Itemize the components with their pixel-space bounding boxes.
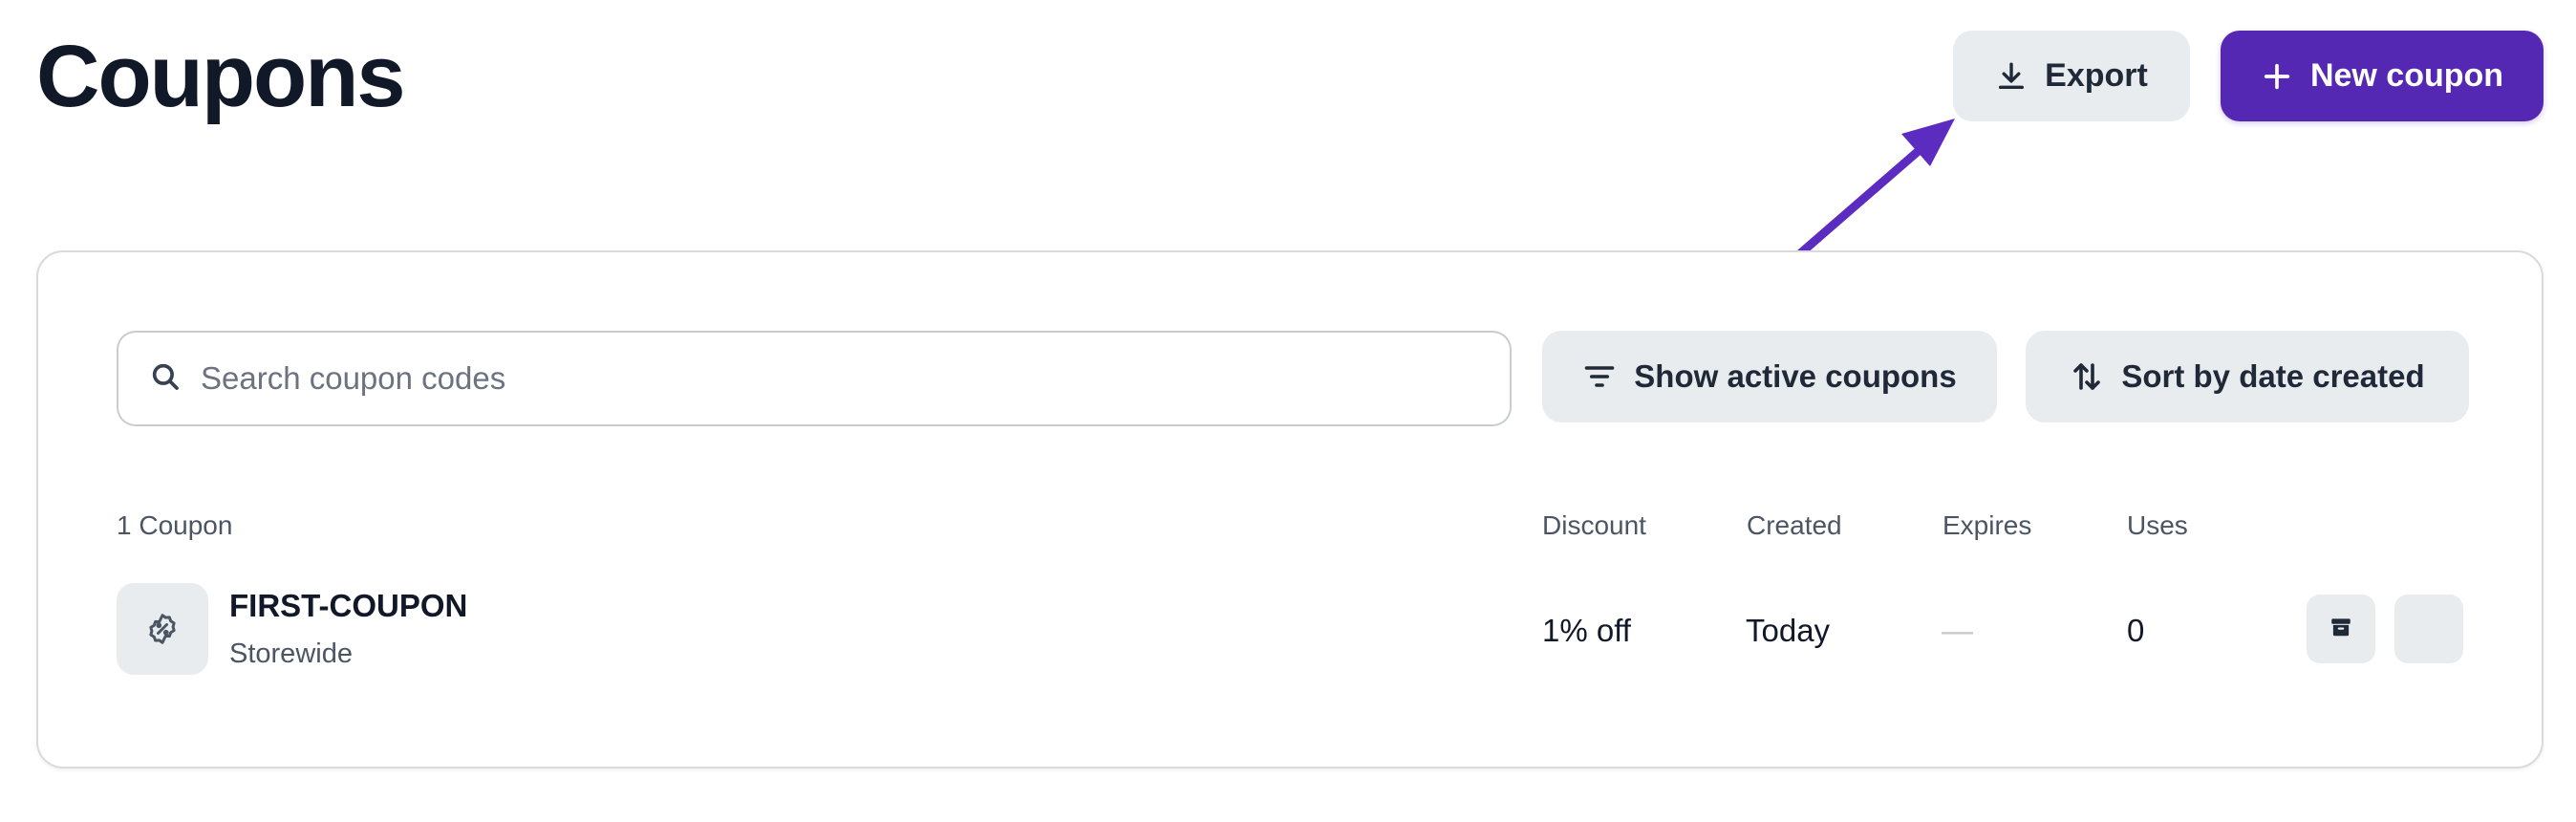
column-header-created: Created <box>1747 510 1842 540</box>
download-icon <box>1995 60 2028 93</box>
search-input[interactable] <box>201 360 1443 397</box>
export-button[interactable]: Export <box>1953 31 2190 121</box>
archive-button[interactable] <box>2307 595 2375 663</box>
coupons-card: Show active coupons Sort by date created… <box>36 250 2544 768</box>
plus-icon <box>2261 60 2293 93</box>
coupon-discount: 1% off <box>1542 613 1631 648</box>
coupon-uses: 0 <box>2127 613 2145 648</box>
column-header-uses: Uses <box>2127 510 2188 540</box>
filter-icon <box>1582 359 1617 394</box>
show-active-coupons-button[interactable]: Show active coupons <box>1542 331 1997 422</box>
search-field[interactable] <box>117 331 1512 426</box>
export-label: Export <box>2045 57 2148 94</box>
coupons-page: Coupons Export New coupon Search coupon … <box>0 0 2576 822</box>
column-header-discount: Discount <box>1542 510 1646 540</box>
archive-icon <box>2329 615 2353 644</box>
new-coupon-button[interactable]: New coupon <box>2221 31 2544 121</box>
table-row[interactable]: FIRST-COUPON Storewide 1% off Today — 0 <box>38 577 2542 682</box>
sort-label: Sort by date created <box>2121 358 2425 394</box>
page-title: Coupons <box>36 28 406 125</box>
coupon-created: Today <box>1746 613 1831 648</box>
sort-icon <box>2070 359 2104 394</box>
sort-button[interactable]: Sort by date created <box>2026 331 2469 422</box>
column-header-expires: Expires <box>1943 510 2032 540</box>
coupon-count: 1 Coupon <box>117 510 233 540</box>
new-coupon-label: New coupon <box>2309 57 2504 94</box>
filter-label: Show active coupons <box>1634 358 1957 394</box>
coupon-scope: Storewide <box>229 638 353 669</box>
search-icon <box>149 360 182 398</box>
coupon-badge-icon <box>117 583 208 675</box>
coupon-code[interactable]: FIRST-COUPON <box>229 587 467 625</box>
coupon-expires: — <box>1942 613 1973 648</box>
more-actions-button[interactable] <box>2394 595 2463 663</box>
